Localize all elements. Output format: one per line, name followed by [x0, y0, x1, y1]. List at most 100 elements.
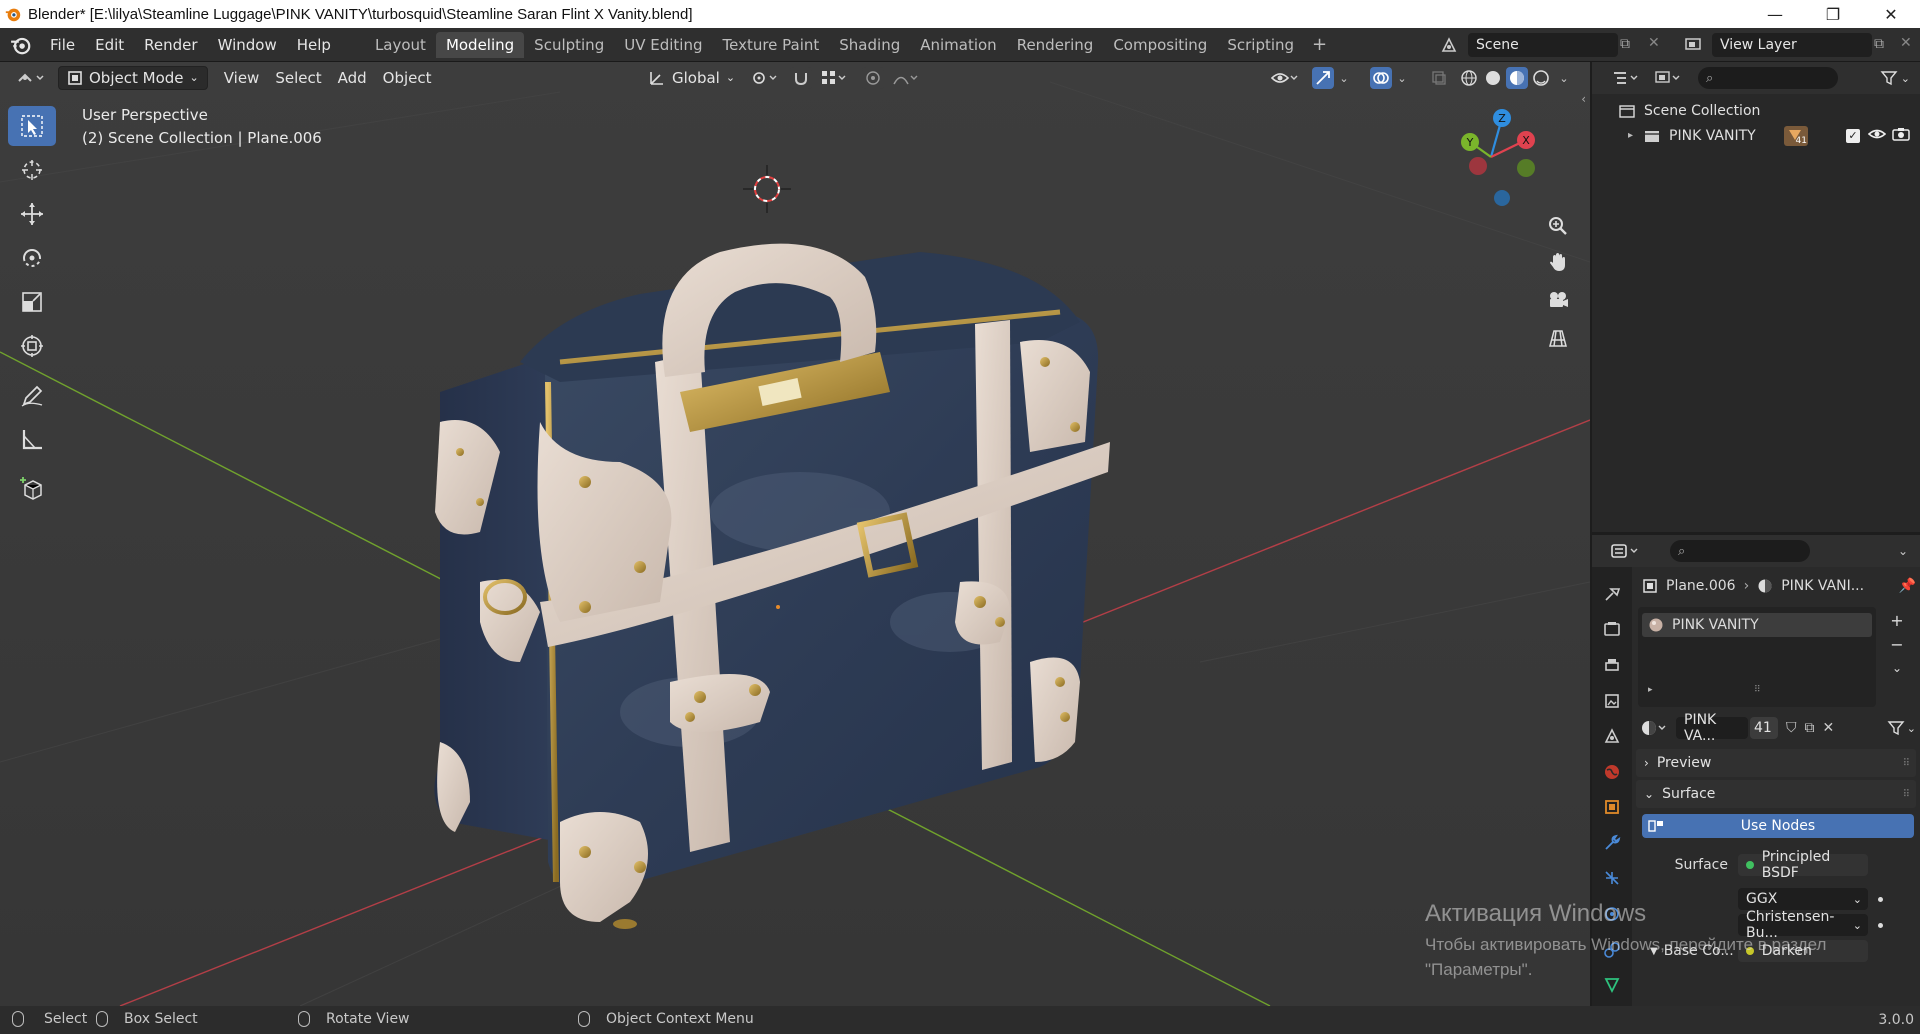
tab-layout[interactable]: Layout [365, 32, 436, 58]
user-count-field[interactable]: 41 [1750, 717, 1778, 739]
menu-render[interactable]: Render [134, 28, 207, 62]
surface-panel-header[interactable]: ⌄ Surface ⠿ [1636, 780, 1916, 808]
expand-arrow-icon[interactable]: ▸ [1628, 130, 1633, 141]
material-preview-shading-icon[interactable] [1506, 67, 1528, 89]
new-view-layer-icon[interactable]: ⧉ [1874, 36, 1884, 52]
tab-view-layer-properties[interactable] [1597, 686, 1627, 716]
tab-tool-properties[interactable] [1597, 579, 1627, 609]
slot-specials-dropdown[interactable]: ⌄ [1886, 661, 1908, 683]
snap-icon[interactable] [790, 67, 812, 89]
fake-user-shield-icon[interactable]: ⛉ [1786, 720, 1797, 736]
xray-toggle-icon[interactable] [1428, 67, 1450, 89]
scene-type-icon[interactable] [1432, 34, 1466, 56]
object-filter-badge[interactable]: 41 [1784, 125, 1808, 146]
tab-sculpting[interactable]: Sculpting [524, 32, 614, 58]
properties-options-icon[interactable]: ⌄ [1898, 544, 1908, 558]
material-slot-item[interactable]: PINK VANITY [1642, 613, 1872, 637]
menu-help[interactable]: Help [287, 28, 341, 62]
tab-shading[interactable]: Shading [829, 32, 910, 58]
breadcrumb-object[interactable]: Plane.006 [1666, 578, 1736, 594]
gizmo-neg-z[interactable] [1494, 190, 1510, 206]
remove-material-slot-button[interactable]: − [1886, 635, 1908, 657]
mode-selector[interactable]: Object Mode ⌄ [58, 66, 208, 90]
menu-file[interactable]: File [40, 28, 85, 62]
view-layer-field[interactable]: View Layer [1712, 33, 1872, 57]
view-layer-icon[interactable] [1678, 34, 1708, 56]
move-tool[interactable] [8, 194, 56, 234]
shading-dropdown-icon[interactable]: ⌄ [1556, 67, 1572, 89]
proportional-editing-icon[interactable] [862, 67, 884, 89]
tab-modeling[interactable]: Modeling [435, 31, 525, 58]
tab-rendering[interactable]: Rendering [1007, 32, 1104, 58]
transform-tool[interactable] [8, 326, 56, 366]
maximize-button[interactable]: ❐ [1804, 0, 1862, 28]
tab-modifier-properties[interactable] [1597, 828, 1627, 858]
delete-view-layer-icon[interactable]: ✕ [1900, 35, 1912, 51]
exclude-checkbox[interactable]: ✓ [1846, 128, 1860, 143]
tab-object-properties[interactable] [1597, 792, 1627, 822]
3d-viewport[interactable]: Object Mode ⌄ View Select Add Object Glo… [0, 62, 1590, 1006]
viewport-menu-view[interactable]: View [216, 66, 268, 90]
scale-tool[interactable] [8, 282, 56, 322]
material-filter-icon[interactable]: ⌄ [1887, 720, 1916, 736]
transform-orientation-selector[interactable]: Global ⌄ [640, 66, 743, 90]
solid-shading-icon[interactable] [1482, 67, 1504, 89]
overlays-dropdown-icon[interactable]: ⌄ [1394, 67, 1410, 89]
scene-name-field[interactable]: Scene [1468, 33, 1618, 57]
browse-material-icon[interactable] [1640, 719, 1672, 737]
blender-logo-icon[interactable] [10, 34, 32, 56]
zoom-view-icon[interactable] [1542, 210, 1574, 242]
annotate-tool[interactable] [8, 376, 56, 416]
tab-texture-paint[interactable]: Texture Paint [712, 32, 829, 58]
unlink-material-icon[interactable]: ✕ [1823, 720, 1835, 736]
duplicate-material-icon[interactable]: ⧉ [1805, 720, 1815, 736]
camera-view-icon[interactable] [1542, 284, 1574, 316]
panel-drag-handle-icon[interactable]: ⠿ [1903, 758, 1910, 769]
eye-icon[interactable] [1867, 127, 1887, 145]
breadcrumb-material[interactable]: PINK VANI... [1781, 578, 1864, 594]
panel-drag-handle-icon[interactable]: ⠿ [1903, 789, 1910, 800]
keyframe-dot-icon[interactable] [1878, 896, 1883, 902]
cursor-tool[interactable] [8, 150, 56, 190]
viewport-menu-select[interactable]: Select [267, 66, 329, 90]
expand-list-icon[interactable]: ▸ [1648, 685, 1653, 695]
keyframe-dot-icon[interactable] [1878, 922, 1883, 928]
add-cube-tool[interactable] [8, 468, 56, 508]
display-mode-icon[interactable] [1654, 70, 1690, 86]
measure-tool[interactable] [8, 420, 56, 460]
outliner-item-pink-vanity[interactable]: ▸ PINK VANITY 41 ✓ [1592, 123, 1920, 148]
tab-world-properties[interactable] [1597, 757, 1627, 787]
falloff-icon[interactable] [888, 67, 922, 89]
perspective-toggle-icon[interactable] [1542, 322, 1574, 354]
gizmo-neg-y[interactable] [1517, 159, 1535, 177]
tab-compositing[interactable]: Compositing [1103, 32, 1217, 58]
rendered-shading-icon[interactable] [1530, 67, 1552, 89]
close-button[interactable]: ✕ [1862, 0, 1920, 28]
tab-scene-properties[interactable] [1597, 721, 1627, 751]
menu-edit[interactable]: Edit [85, 28, 134, 62]
tab-particle-properties[interactable] [1597, 864, 1627, 894]
viewport-menu-object[interactable]: Object [375, 66, 440, 90]
rotate-tool[interactable] [8, 238, 56, 278]
outliner-scene-collection[interactable]: Scene Collection [1592, 98, 1920, 123]
gizmo-toggle-icon[interactable] [1312, 67, 1334, 89]
material-name-field[interactable]: PINK VA... [1676, 712, 1748, 744]
tab-animation[interactable]: Animation [910, 32, 1006, 58]
use-nodes-button[interactable]: Use Nodes [1642, 814, 1914, 838]
pin-icon[interactable]: 📌 [1899, 578, 1916, 594]
editor-type-icon[interactable] [12, 67, 48, 89]
overlays-toggle-icon[interactable] [1370, 67, 1392, 89]
tab-output-properties[interactable] [1597, 650, 1627, 680]
delete-scene-icon[interactable]: ✕ [1648, 35, 1660, 51]
add-material-slot-button[interactable]: + [1886, 611, 1908, 633]
properties-search-input[interactable]: ⌕ [1670, 540, 1810, 562]
viewport-menu-add[interactable]: Add [330, 66, 375, 90]
sidebar-toggle-icon[interactable]: ‹ [1581, 92, 1586, 106]
filter-icon[interactable]: ⌄ [1880, 70, 1910, 86]
tab-render-properties[interactable] [1597, 615, 1627, 645]
surface-shader-field[interactable]: Principled BSDF [1738, 849, 1868, 881]
outliner-search-input[interactable]: ⌕ [1698, 67, 1838, 89]
visibility-icon[interactable] [1266, 67, 1302, 89]
add-workspace-button[interactable]: + [1304, 34, 1335, 55]
preview-panel-header[interactable]: › Preview ⠿ [1636, 749, 1916, 777]
